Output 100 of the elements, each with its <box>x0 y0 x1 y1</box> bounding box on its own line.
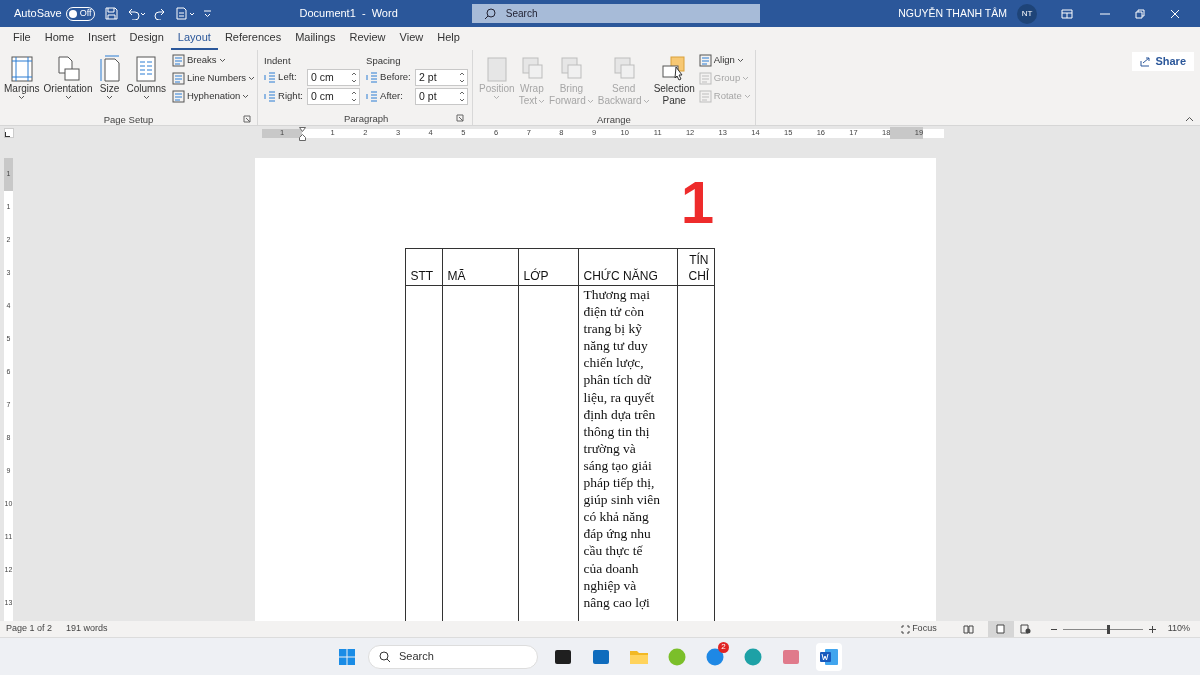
ribbon-button[interactable]: Orientation <box>41 53 95 113</box>
caret-icon <box>242 94 250 99</box>
cell-text-line: thông tin thị <box>583 422 651 440</box>
spin-field[interactable]: 0 pt <box>415 88 469 105</box>
collapse-ribbon-icon[interactable] <box>1185 116 1194 122</box>
spin-field[interactable]: 2 pt <box>415 69 469 86</box>
page-count[interactable]: Page 1 of 2 <box>6 622 53 636</box>
cell-text-line: chiến lược, <box>583 354 645 372</box>
selection-pane-icon <box>661 55 688 83</box>
spinner-icon <box>459 71 466 84</box>
rotate-icon <box>698 90 712 103</box>
spinner-icon <box>351 90 358 103</box>
menu-tab[interactable]: Design <box>122 27 171 50</box>
table-header: CHỨC NĂNG <box>578 248 677 286</box>
document-icon[interactable] <box>174 7 195 20</box>
start-icon[interactable] <box>338 647 356 666</box>
user-avatar[interactable]: NT <box>1017 3 1037 24</box>
page-heading: 1 <box>680 172 714 234</box>
caret-icon <box>742 76 750 81</box>
close-icon[interactable] <box>1170 8 1180 19</box>
menu-tab[interactable]: Review <box>342 27 393 50</box>
dialog-launcher-icon[interactable] <box>456 114 465 122</box>
menu-tab[interactable]: Help <box>430 27 467 50</box>
cell-text-line: Thương mại <box>583 286 652 304</box>
indent-marker-icon[interactable] <box>299 126 306 141</box>
group-icon <box>698 72 712 85</box>
window-title: Document1 - Word <box>299 6 398 22</box>
ribbon-button[interactable]: Align <box>698 53 751 68</box>
cell-text-line: năng tư duy <box>583 337 649 355</box>
read-mode-icon[interactable] <box>962 624 974 634</box>
restore-icon[interactable] <box>1135 8 1145 19</box>
tab-selector-icon[interactable] <box>4 128 14 138</box>
field-label: After: <box>380 89 404 104</box>
save-icon[interactable] <box>104 7 118 20</box>
dialog-launcher-icon[interactable] <box>243 115 252 123</box>
cell-text-line: điện tử còn <box>583 303 646 321</box>
cell-text-line: cầu thực tế <box>583 542 644 560</box>
cell-text-line: giúp sinh viên <box>583 491 661 509</box>
web-layout-icon[interactable] <box>1019 624 1031 634</box>
customize-icon[interactable] <box>202 9 212 18</box>
spin-field[interactable]: 0 cm <box>307 88 361 105</box>
share-icon <box>1140 56 1152 67</box>
autosave-label: AutoSave <box>14 6 62 22</box>
caret-icon <box>736 58 744 63</box>
caret-icon <box>743 94 751 99</box>
zoom-in-icon[interactable] <box>1148 625 1156 633</box>
menu-tab[interactable]: File <box>6 27 38 50</box>
spacing-icon <box>366 72 379 83</box>
cell-text-line: sáng tạo giải <box>583 456 653 475</box>
ribbon-button[interactable]: Hyphenation <box>171 89 256 104</box>
cell-text-line: pháp tiếp thị, <box>583 474 656 492</box>
line-numbers-icon <box>171 72 185 85</box>
cell-text-line: phân tích dữ <box>583 371 652 389</box>
ribbon-button[interactable]: Breaks <box>171 53 256 68</box>
caret-icon <box>218 58 226 63</box>
margins-icon <box>8 55 35 83</box>
hyphenation-icon <box>171 90 185 103</box>
section-label: Indent <box>264 54 292 67</box>
field-label: Right: <box>278 89 304 104</box>
taskbar-search-field[interactable]: Search <box>368 644 538 669</box>
cell-text-line: đáp ứng nhu <box>583 525 652 543</box>
table-header: TÍN CHỈ <box>677 248 714 286</box>
ribbon-button[interactable]: Line Numbers <box>171 71 256 86</box>
menu-tab[interactable]: Mailings <box>288 27 343 50</box>
redo-icon[interactable] <box>153 7 167 20</box>
word-icon[interactable] <box>819 646 839 667</box>
indent-icon <box>264 72 277 83</box>
menu-tab[interactable]: Insert <box>81 27 123 50</box>
search-icon <box>379 650 391 663</box>
menu-tab[interactable]: References <box>217 27 289 50</box>
word-count[interactable]: 191 words <box>66 622 108 636</box>
spin-field[interactable]: 0 cm <box>307 69 361 86</box>
menu-tab[interactable]: View <box>392 27 431 50</box>
indent-icon <box>264 91 277 102</box>
cell-text-line: liệu, ra quyết <box>583 388 656 406</box>
user-name: NGUYỄN THANH TÂM <box>898 5 1007 21</box>
print-layout-icon[interactable] <box>996 624 1006 634</box>
search-field[interactable]: Search <box>471 4 760 23</box>
share-button[interactable]: Share <box>1132 52 1194 71</box>
focus-button[interactable]: Focus <box>901 622 937 636</box>
focus-icon <box>901 624 911 634</box>
ribbon-button[interactable]: Selection Pane <box>651 53 697 113</box>
group-label: Page Setup <box>103 113 154 126</box>
spacing-icon <box>366 91 379 102</box>
section-label: Spacing <box>366 54 402 67</box>
cell-text-line: định dựa trên <box>583 405 657 423</box>
table-header: STT <box>405 248 442 286</box>
zoom-thumb[interactable] <box>1106 624 1110 634</box>
ribbon-button[interactable]: Size <box>94 53 125 113</box>
field-label: Before: <box>380 70 412 85</box>
zoom-level[interactable]: 110% <box>1167 622 1190 636</box>
align-icon <box>698 54 712 67</box>
chat-app-icon[interactable] <box>705 646 725 667</box>
caret-icon <box>248 76 256 81</box>
menu-tab[interactable]: Home <box>37 27 82 50</box>
browser-icon[interactable] <box>743 646 763 667</box>
ribbon-display-icon[interactable] <box>1061 8 1073 19</box>
ribbon-button[interactable]: Columns <box>124 53 168 113</box>
ribbon-button[interactable]: Margins <box>2 53 42 113</box>
table-header: MÃ <box>442 248 518 286</box>
